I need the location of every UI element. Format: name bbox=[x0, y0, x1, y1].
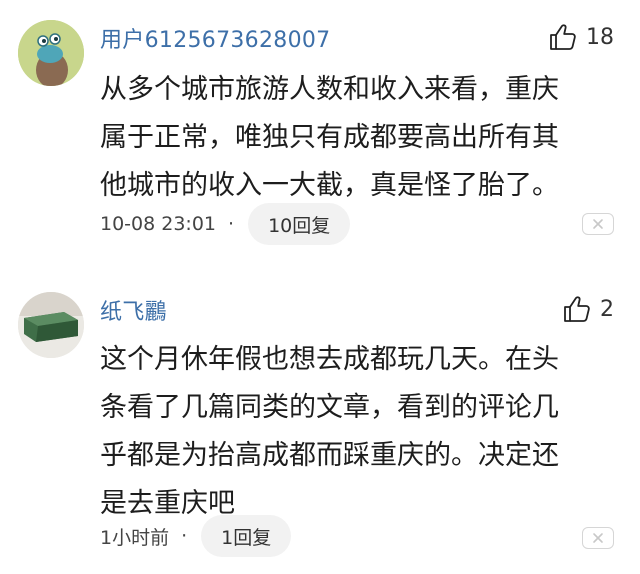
cartoon-snail-avatar-icon bbox=[18, 20, 84, 86]
dismiss-button[interactable] bbox=[582, 213, 614, 235]
reply-button[interactable]: 10回复 bbox=[248, 203, 351, 245]
avatar[interactable] bbox=[18, 20, 84, 86]
comment-line: 乎都是为抬高成都而踩重庆的。决定还 bbox=[100, 440, 559, 471]
comment-line: 这个月休年假也想去成都玩几天。在头 bbox=[100, 344, 559, 375]
comment-meta: 1小时前 · 1回复 bbox=[100, 515, 292, 557]
comment-item: 纸飞鸝 2 这个月休年假也想去成都玩几天。在头 条看了几篇同类的文章，看到的评论… bbox=[0, 282, 640, 574]
avatar[interactable] bbox=[18, 292, 84, 358]
close-icon bbox=[593, 219, 603, 229]
comment-text: 从多个城市旅游人数和收入来看，重庆 属于正常，唯独只有成都要高出所有其 他城市的… bbox=[100, 66, 614, 210]
like-count: 18 bbox=[586, 24, 614, 50]
comment-item: 用户6125673628007 18 从多个城市旅游人数和收入来看，重庆 属于正… bbox=[0, 0, 640, 270]
comment-line: 条看了几篇同类的文章，看到的评论几 bbox=[100, 392, 559, 423]
comment-line: 属于正常，唯独只有成都要高出所有其 bbox=[100, 122, 559, 153]
separator-dot: · bbox=[228, 213, 235, 235]
like-count: 2 bbox=[600, 296, 614, 322]
timestamp: 10-08 23:01 bbox=[100, 213, 217, 235]
reply-button[interactable]: 1回复 bbox=[201, 515, 292, 557]
thumbs-up-icon bbox=[550, 24, 576, 50]
username[interactable]: 纸飞鸝 bbox=[100, 294, 167, 326]
dismiss-button[interactable] bbox=[582, 527, 614, 549]
timestamp: 1小时前 bbox=[100, 526, 170, 549]
separator-dot: · bbox=[181, 525, 188, 547]
comment-text: 这个月休年假也想去成都玩几天。在头 条看了几篇同类的文章，看到的评论几 乎都是为… bbox=[100, 336, 614, 528]
like-button[interactable]: 2 bbox=[562, 294, 614, 324]
comment-line: 从多个城市旅游人数和收入来看，重庆 bbox=[100, 74, 559, 105]
like-button[interactable]: 18 bbox=[548, 22, 614, 52]
comment-meta: 10-08 23:01 · 10回复 bbox=[100, 203, 351, 245]
username[interactable]: 用户6125673628007 bbox=[100, 22, 330, 54]
green-box-avatar-icon bbox=[18, 292, 84, 358]
thumbs-up-icon bbox=[564, 296, 590, 322]
close-icon bbox=[593, 533, 603, 543]
